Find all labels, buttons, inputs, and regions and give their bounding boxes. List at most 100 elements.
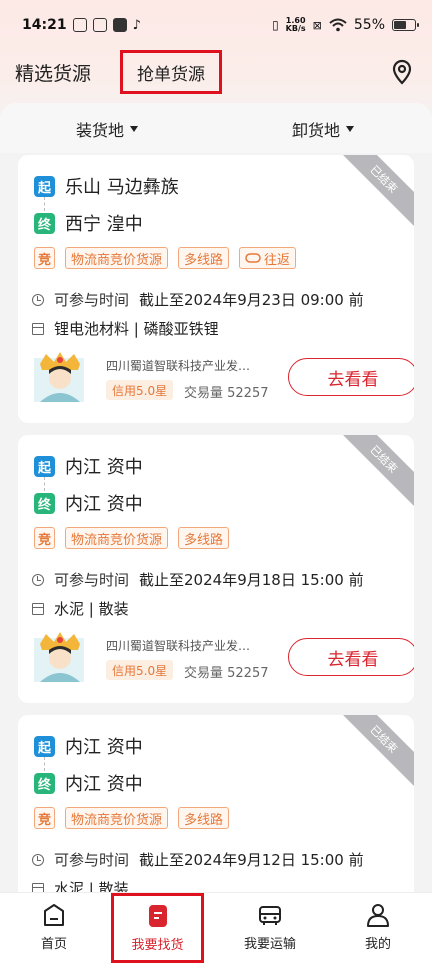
from-badge: 起 — [34, 735, 55, 757]
vibrate-icon: ▯ — [272, 18, 279, 32]
load-place-label: 装货地 — [76, 121, 125, 140]
clock-icon — [32, 573, 44, 586]
to-badge: 终 — [34, 772, 55, 794]
unload-place-filter[interactable]: 卸货地 — [292, 117, 355, 141]
nav-mine[interactable]: 我的 — [332, 893, 424, 961]
location-pin-icon[interactable] — [390, 58, 414, 86]
tab-grab-orders[interactable]: 抢单货源 — [120, 50, 222, 94]
user-icon — [367, 904, 389, 927]
nav-home-label: 首页 — [40, 937, 67, 952]
tag-multi-route: 多线路 — [178, 247, 230, 269]
load-place-filter[interactable]: 装货地 — [76, 117, 139, 141]
caret-down-icon — [346, 126, 355, 132]
company-row: 四川蜀道智联科技产业发… 信用5.0星 交易量 52257 去看看 — [32, 628, 414, 688]
status-ribbon: 已结束 — [333, 155, 414, 230]
time-label: 可参与时间 — [54, 851, 130, 869]
tab-selected-source[interactable]: 精选货源 — [15, 59, 91, 86]
from-location: 乐山 马边彝族 — [65, 177, 179, 198]
view-button[interactable]: 去看看 — [288, 638, 414, 676]
company-name: 四川蜀道智联科技产业发… — [106, 359, 251, 373]
route-to: 终 内江 资中 — [34, 770, 143, 796]
goods-info: 锂电池材料 | 磷酸亚铁锂 — [32, 318, 219, 339]
game-app-icon — [112, 18, 127, 32]
battery-percent: 55% — [353, 17, 385, 33]
tag-list: 竞 物流商竞价货源 多线路 — [34, 527, 230, 549]
status-time: 14:21 — [22, 17, 67, 33]
status-left: 14:21 ♪ — [22, 17, 141, 33]
network-speed: 1.60 KB/s — [286, 17, 306, 33]
view-button[interactable]: 去看看 — [288, 358, 414, 396]
top-header: 精选货源 抢单货源 — [0, 50, 432, 94]
clock-icon — [32, 293, 44, 306]
company-row: 四川蜀道智联科技产业发… 信用5.0星 交易量 52257 去看看 — [32, 348, 414, 408]
notification-app-icon — [72, 18, 87, 32]
from-badge: 起 — [34, 175, 55, 197]
box-icon — [32, 602, 44, 615]
goods-text: 水泥 | 散装 — [54, 600, 129, 618]
cargo-list[interactable]: 已结束 起 乐山 马边彝族 终 西宁 湟中 竞 物流商竞价货源 多线路 往返 可… — [0, 155, 432, 892]
deadline-text: 截止至2024年9月12日 15:00 前 — [139, 851, 364, 869]
clock-icon — [32, 853, 44, 866]
time-label: 可参与时间 — [54, 291, 130, 309]
tag-logistics-bid: 物流商竞价货源 — [65, 527, 169, 549]
truck-icon — [259, 906, 281, 925]
cargo-card[interactable]: 已结束 起 内江 资中 终 内江 资中 竞 物流商竞价货源 多线路 可参与时间 … — [18, 715, 414, 892]
participation-time: 可参与时间 截止至2024年9月18日 15:00 前 — [32, 569, 364, 590]
nav-home[interactable]: 首页 — [8, 893, 100, 961]
cargo-card[interactable]: 已结束 起 内江 资中 终 内江 资中 竞 物流商竞价货源 多线路 可参与时间 … — [18, 435, 414, 703]
deadline-text: 截止至2024年9月23日 09:00 前 — [139, 291, 364, 309]
tag-multi-route: 多线路 — [178, 527, 230, 549]
credit-badge: 信用5.0星 — [106, 380, 174, 400]
tag-list: 竞 物流商竞价货源 多线路 往返 — [34, 247, 297, 269]
no-sim-icon: ⊠ — [312, 18, 322, 32]
nav-transport[interactable]: 我要运输 — [224, 893, 316, 961]
wifi-icon — [329, 18, 347, 32]
cargo-card[interactable]: 已结束 起 乐山 马边彝族 终 西宁 湟中 竞 物流商竞价货源 多线路 往返 可… — [18, 155, 414, 423]
round-trip-icon — [245, 253, 261, 263]
status-bar: 14:21 ♪ ▯ 1.60 KB/s ⊠ 55% — [0, 0, 432, 50]
nav-transport-label: 我要运输 — [243, 937, 296, 952]
nav-mine-label: 我的 — [364, 937, 391, 952]
unload-place-label: 卸货地 — [292, 121, 341, 140]
deadline-text: 截止至2024年9月18日 15:00 前 — [139, 571, 364, 589]
tag-round-trip: 往返 — [239, 247, 297, 269]
route-to: 终 西宁 湟中 — [34, 210, 143, 236]
link-app-icon — [92, 18, 107, 32]
home-icon — [44, 904, 64, 926]
route-connector — [44, 757, 45, 771]
route-to: 终 内江 资中 — [34, 490, 143, 516]
tag-bid: 竞 — [34, 247, 56, 269]
trade-volume: 交易量 52257 — [184, 666, 269, 681]
trade-volume: 交易量 52257 — [184, 386, 269, 401]
status-right: ▯ 1.60 KB/s ⊠ 55% — [272, 17, 419, 33]
tag-list: 竞 物流商竞价货源 多线路 — [34, 807, 230, 829]
from-badge: 起 — [34, 455, 55, 477]
nav-find-goods-label: 我要找货 — [131, 938, 184, 953]
company-name: 四川蜀道智联科技产业发… — [106, 639, 251, 653]
tag-bid: 竞 — [34, 807, 56, 829]
credit-badge: 信用5.0星 — [106, 660, 174, 680]
from-location: 内江 资中 — [65, 457, 143, 478]
goods-info: 水泥 | 散装 — [32, 878, 129, 892]
to-location: 内江 资中 — [65, 774, 143, 795]
time-label: 可参与时间 — [54, 571, 130, 589]
avatar — [34, 632, 84, 682]
route-connector — [44, 477, 45, 491]
goods-text: 锂电池材料 | 磷酸亚铁锂 — [54, 320, 219, 338]
nav-find-goods[interactable]: 我要找货 — [111, 893, 204, 963]
caret-down-icon — [130, 126, 139, 132]
to-location: 内江 资中 — [65, 494, 143, 515]
tag-bid: 竞 — [34, 527, 56, 549]
route-from: 起 内江 资中 — [34, 453, 143, 479]
participation-time: 可参与时间 截止至2024年9月12日 15:00 前 — [32, 849, 364, 870]
battery-icon — [392, 19, 419, 31]
filter-bar: 装货地 卸货地 — [0, 103, 432, 153]
status-ribbon: 已结束 — [333, 435, 414, 510]
bottom-nav: 首页 我要找货 我要运输 我的 — [0, 892, 432, 964]
tiktok-icon: ♪ — [132, 17, 141, 33]
to-location: 西宁 湟中 — [65, 214, 143, 235]
tag-logistics-bid: 物流商竞价货源 — [65, 247, 169, 269]
round-trip-label: 往返 — [264, 252, 291, 268]
goods-info: 水泥 | 散装 — [32, 598, 129, 619]
box-icon — [32, 322, 44, 335]
